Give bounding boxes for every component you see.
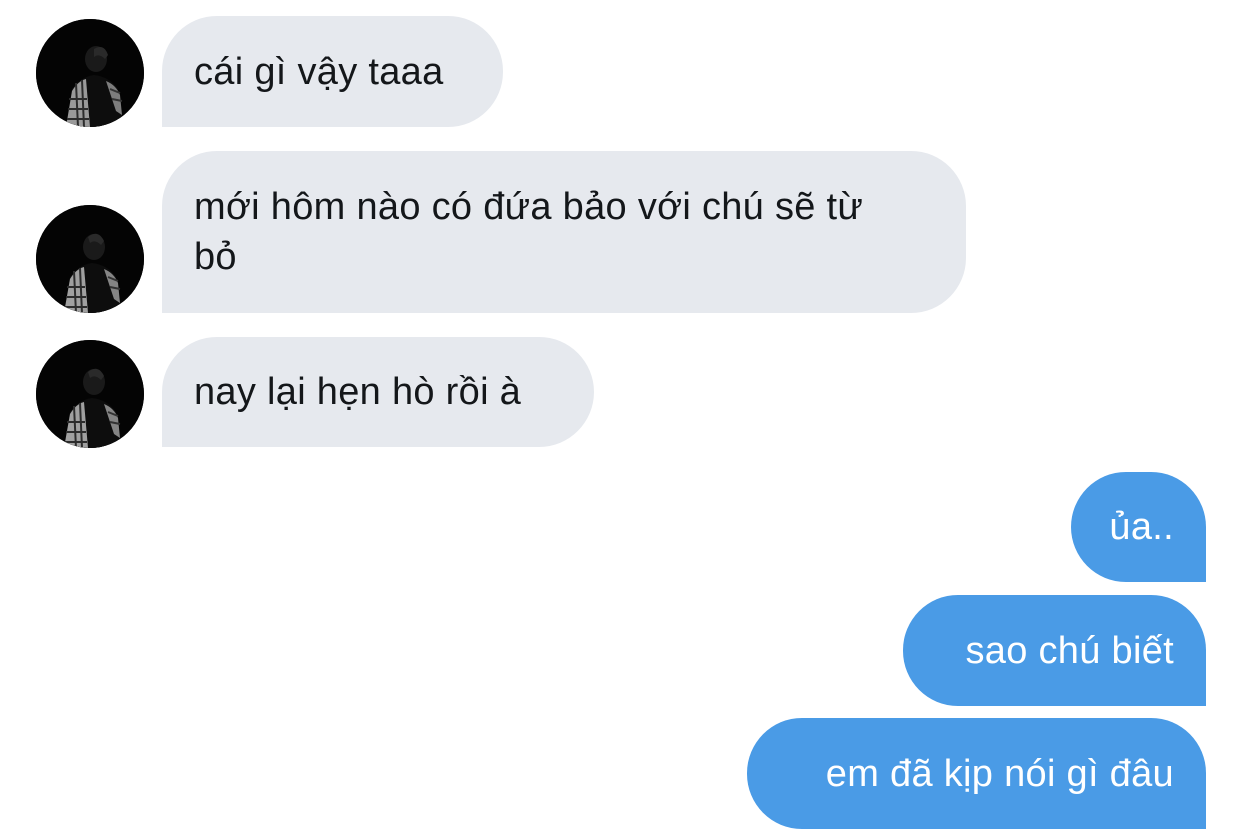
message-text: nay lại hẹn hò rồi à [194, 371, 522, 413]
incoming-message-bubble[interactable]: mới hôm nào có đứa bảo với chú sẽ từ bỏ [162, 151, 966, 313]
contact-avatar[interactable] [36, 340, 144, 448]
contact-avatar[interactable] [36, 19, 144, 127]
avatar-photo-icon [36, 205, 144, 313]
message-text: em đã kịp nói gì đâu [825, 752, 1174, 795]
outgoing-message-bubble[interactable]: sao chú biết [903, 595, 1206, 706]
message-text: cái gì vậy taaa [194, 50, 444, 93]
message-text: mới hôm nào có đứa bảo với chú sẽ từ bỏ [194, 186, 864, 278]
incoming-message-bubble[interactable]: cái gì vậy taaa [162, 16, 503, 127]
message-text: ủa.. [1109, 506, 1174, 548]
avatar-photo-icon [36, 340, 144, 448]
avatar-photo-icon [36, 19, 144, 127]
message-text: sao chú biết [965, 629, 1174, 672]
incoming-message-bubble[interactable]: nay lại hẹn hò rồi à [162, 337, 594, 447]
contact-avatar[interactable] [36, 205, 144, 313]
outgoing-message-bubble[interactable]: em đã kịp nói gì đâu [747, 718, 1206, 829]
outgoing-message-bubble[interactable]: ủa.. [1071, 472, 1206, 582]
